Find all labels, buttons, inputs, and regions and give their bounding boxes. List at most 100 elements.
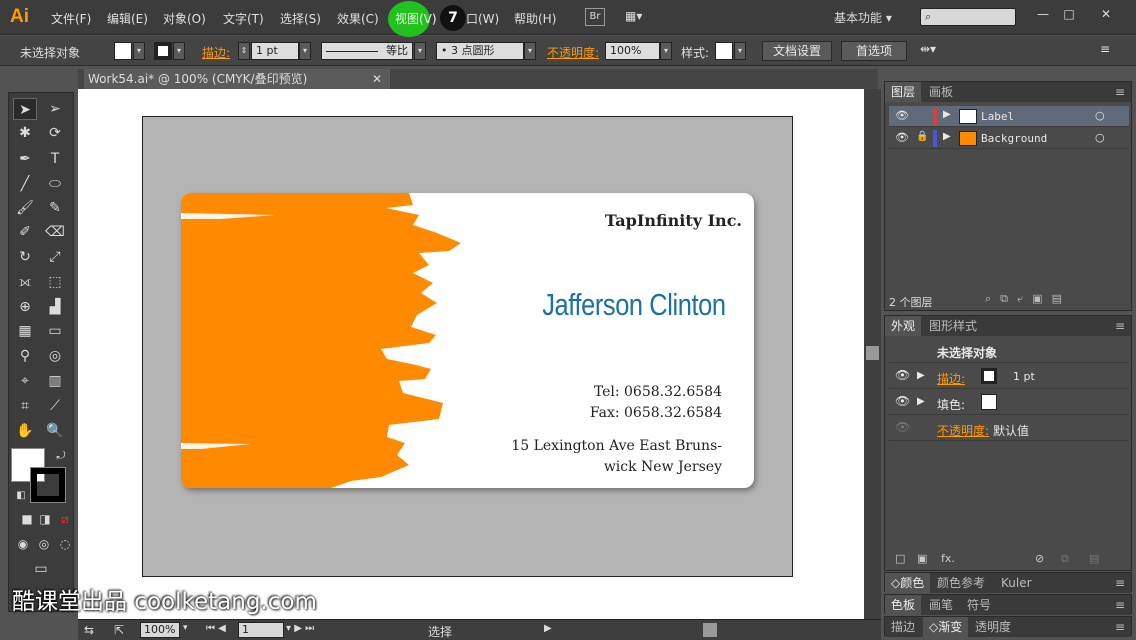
profile-dropdown[interactable]: ▾ bbox=[414, 42, 426, 60]
free-transform-tool-icon[interactable]: ⬚ bbox=[43, 271, 67, 293]
tab-color-guide[interactable]: 颜色参考 bbox=[931, 573, 991, 593]
opacity-dropdown[interactable]: ▾ bbox=[660, 42, 672, 60]
close-button[interactable]: ✕ bbox=[1093, 4, 1119, 24]
column-graph-tool-icon[interactable]: ▥ bbox=[43, 370, 67, 392]
zoom-tool-icon[interactable]: 🔍 bbox=[43, 420, 67, 442]
menu-edit[interactable]: 编辑(E) bbox=[107, 10, 148, 27]
gradient-tool-icon[interactable]: ▭ bbox=[43, 320, 67, 342]
zoom-menu-icon[interactable]: ⇆ bbox=[84, 623, 94, 637]
expand-triangle-icon[interactable]: ▶ bbox=[917, 370, 925, 381]
menu-type[interactable]: 文字(T) bbox=[223, 10, 264, 27]
opacity-label[interactable]: 不透明度: bbox=[547, 44, 599, 61]
menu-file[interactable]: 文件(F) bbox=[51, 10, 91, 27]
appearance-panel-menu-icon[interactable]: ≡ bbox=[1109, 316, 1131, 336]
menu-effect[interactable]: 效果(C) bbox=[337, 10, 379, 27]
arrange-documents-button[interactable]: ▦▾ bbox=[625, 9, 655, 25]
business-card[interactable]: TapInfinity Inc. Jafferson Clinton Tel: … bbox=[181, 193, 754, 488]
ellipse-tool-icon[interactable]: ⬭ bbox=[43, 173, 67, 195]
symbol-sprayer-tool-icon[interactable]: ⌖ bbox=[13, 370, 37, 392]
stroke-color-box[interactable] bbox=[30, 467, 66, 503]
add-stroke-icon[interactable]: □ bbox=[895, 552, 905, 565]
target-circle-icon[interactable]: ○ bbox=[1095, 131, 1105, 144]
tab-brushes[interactable]: 画笔 bbox=[923, 595, 959, 615]
paintbrush-tool-icon[interactable]: 🖌 bbox=[13, 197, 37, 219]
blob-brush-tool-icon[interactable]: ✐ bbox=[13, 221, 37, 243]
width-tool-icon[interactable]: ⟗ bbox=[13, 271, 37, 293]
appearance-stroke-row[interactable]: 👁 ▶ 描边: 1 pt bbox=[889, 364, 1129, 389]
tab-layers[interactable]: 图层 bbox=[885, 82, 922, 102]
add-effect-icon[interactable]: fx. bbox=[941, 552, 955, 565]
appearance-stroke-label[interactable]: 描边: bbox=[937, 370, 965, 387]
shape-builder-tool-icon[interactable]: ⊕ bbox=[13, 296, 37, 318]
line-tool-icon[interactable]: ╱ bbox=[13, 173, 37, 195]
target-circle-icon[interactable]: ○ bbox=[1095, 109, 1105, 122]
menu-help[interactable]: 帮助(H) bbox=[514, 10, 556, 27]
scale-tool-icon[interactable]: ⤢ bbox=[43, 246, 67, 268]
artboard-number-field[interactable]: 1 bbox=[238, 622, 284, 638]
tab-appearance[interactable]: 外观 bbox=[885, 316, 922, 336]
appearance-stroke-swatch[interactable] bbox=[981, 368, 997, 384]
draw-inside-icon[interactable]: ◌ bbox=[53, 533, 77, 555]
document-tab[interactable]: Work54.ai* @ 100% (CMYK/叠印预览) ✕ bbox=[84, 69, 390, 89]
stroke-panel-menu-icon[interactable]: ≡ bbox=[1109, 617, 1131, 637]
tab-artboards[interactable]: 画板 bbox=[923, 82, 959, 102]
graphic-style-dropdown[interactable]: ▾ bbox=[734, 42, 746, 60]
close-tab-icon[interactable]: ✕ bbox=[372, 69, 382, 89]
hand-tool-icon[interactable]: ✋ bbox=[13, 420, 37, 442]
fill-swatch[interactable] bbox=[114, 42, 132, 60]
appearance-fill-row[interactable]: 👁 ▶ 填色: bbox=[889, 390, 1129, 415]
brush-dropdown[interactable]: ▾ bbox=[524, 42, 536, 60]
tab-swatches[interactable]: 色板 bbox=[885, 595, 922, 615]
menu-object[interactable]: 对象(O) bbox=[163, 10, 206, 27]
next-artboard-icon[interactable]: ▾ ▶ ⏭ bbox=[286, 623, 314, 634]
first-artboard-icon[interactable]: ⏮ ◀ bbox=[206, 623, 226, 634]
rotate-tool-icon[interactable]: ↻ bbox=[13, 246, 37, 268]
stroke-label[interactable]: 描边: bbox=[202, 44, 230, 61]
appearance-opacity-label[interactable]: 不透明度: bbox=[937, 422, 989, 439]
slice-tool-icon[interactable]: ⟋ bbox=[43, 395, 67, 417]
add-fill-icon[interactable]: ▣ bbox=[917, 552, 927, 565]
preferences-button[interactable]: 首选项 bbox=[841, 41, 907, 61]
layers-panel-menu-icon[interactable]: ≡ bbox=[1109, 82, 1131, 102]
visibility-eye-icon[interactable]: 👁 bbox=[895, 394, 910, 408]
share-icon[interactable]: ⇱ bbox=[114, 623, 124, 637]
panel-menu-icon[interactable]: ≡ bbox=[1100, 42, 1110, 56]
mesh-tool-icon[interactable]: ▦ bbox=[13, 320, 37, 342]
zoom-dropdown-icon[interactable]: ▾ bbox=[183, 623, 188, 633]
duplicate-item-icon[interactable]: ⧉ bbox=[1061, 552, 1069, 566]
zoom-field[interactable]: 100% bbox=[140, 622, 180, 638]
selection-tool-icon[interactable]: ➤ bbox=[13, 98, 37, 120]
artboard[interactable]: TapInfinity Inc. Jafferson Clinton Tel: … bbox=[142, 116, 793, 577]
pencil-tool-icon[interactable]: ✎ bbox=[43, 197, 67, 219]
clear-appearance-icon[interactable]: ⊘ bbox=[1035, 552, 1044, 565]
scroll-thumb[interactable] bbox=[866, 346, 879, 360]
eyedropper-tool-icon[interactable]: ⚲ bbox=[13, 345, 37, 367]
visibility-eye-icon[interactable]: 👁 bbox=[895, 420, 910, 434]
arrange-icon[interactable]: ⇹▾ bbox=[920, 42, 936, 56]
bridge-button[interactable]: Br bbox=[585, 8, 605, 26]
visibility-eye-icon[interactable]: 👁 bbox=[895, 368, 910, 382]
appearance-opacity-row[interactable]: 👁 不透明度: 默认值 bbox=[889, 416, 1129, 441]
tab-symbols[interactable]: 符号 bbox=[961, 595, 997, 615]
visibility-eye-icon[interactable]: 👁 bbox=[895, 109, 909, 122]
expand-triangle-icon[interactable]: ▶ bbox=[943, 131, 951, 142]
color-panel-menu-icon[interactable]: ≡ bbox=[1109, 573, 1131, 593]
blend-tool-icon[interactable]: ◎ bbox=[43, 345, 67, 367]
tab-gradient[interactable]: ◇渐变 bbox=[923, 617, 969, 637]
tab-graphic-styles[interactable]: 图形样式 bbox=[923, 316, 983, 336]
graphic-style-swatch[interactable] bbox=[715, 42, 733, 60]
fill-dropdown[interactable]: ▾ bbox=[133, 42, 145, 60]
direct-selection-tool-icon[interactable]: ➢ bbox=[43, 98, 67, 120]
appearance-fill-swatch[interactable] bbox=[981, 394, 997, 410]
search-input[interactable]: ⌕ bbox=[920, 8, 1016, 26]
stroke-dropdown[interactable]: ▾ bbox=[173, 42, 185, 60]
swatches-panel-menu-icon[interactable]: ≡ bbox=[1109, 595, 1131, 615]
tab-stroke[interactable]: 描边 bbox=[885, 617, 921, 637]
vertical-scrollbar[interactable] bbox=[864, 89, 881, 619]
opacity-field[interactable]: 100% bbox=[605, 42, 660, 60]
perspective-grid-tool-icon[interactable]: ▟ bbox=[43, 296, 67, 318]
lock-icon[interactable]: 🔒 bbox=[916, 131, 928, 142]
layer-row-background[interactable]: 👁 🔒 ▶ Background ○ bbox=[889, 128, 1129, 149]
brush-definition[interactable]: • 3 点圆形 bbox=[436, 42, 524, 60]
minimize-button[interactable]: — bbox=[1030, 4, 1056, 24]
